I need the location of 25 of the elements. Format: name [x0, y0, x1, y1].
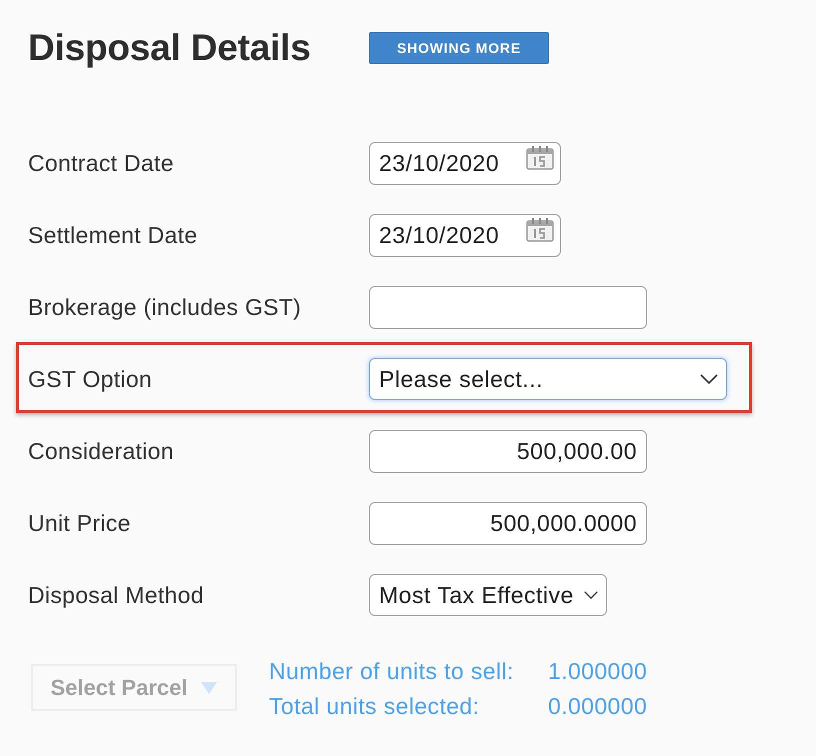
calendar-icon[interactable]: [524, 216, 556, 242]
text-field[interactable]: [369, 286, 647, 328]
dropdown[interactable]: Please select...: [369, 358, 727, 400]
page-title: Disposal Details: [28, 26, 312, 70]
date-field[interactable]: 23/10/2020: [369, 142, 561, 184]
chevron-down-icon: [700, 374, 718, 384]
showing-more-button[interactable]: SHOWING MORE: [369, 32, 549, 64]
stat-value: 0.000000: [548, 692, 648, 721]
stat-label: Total units selected:: [269, 692, 480, 721]
stat-value: 1.000000: [548, 657, 648, 686]
calendar-icon[interactable]: [524, 144, 556, 170]
field-label: Contract Date: [28, 150, 175, 176]
field-label: Unit Price: [28, 510, 132, 536]
number-field[interactable]: 500,000.0000: [369, 502, 647, 544]
field-label: Consideration: [28, 438, 175, 464]
number-field[interactable]: 500,000.00: [369, 430, 647, 472]
caret-icon: [201, 682, 218, 694]
field-label: GST Option: [28, 366, 154, 392]
dropdown[interactable]: Most Tax Effective: [369, 574, 607, 616]
chevron-down-icon: [584, 591, 598, 599]
field-label: Brokerage (includes GST): [28, 294, 302, 320]
stat-label: Number of units to sell:: [269, 657, 515, 686]
field-label: Settlement Date: [28, 222, 198, 248]
field-label: Disposal Method: [28, 582, 205, 608]
date-field[interactable]: 23/10/2020: [369, 214, 561, 256]
